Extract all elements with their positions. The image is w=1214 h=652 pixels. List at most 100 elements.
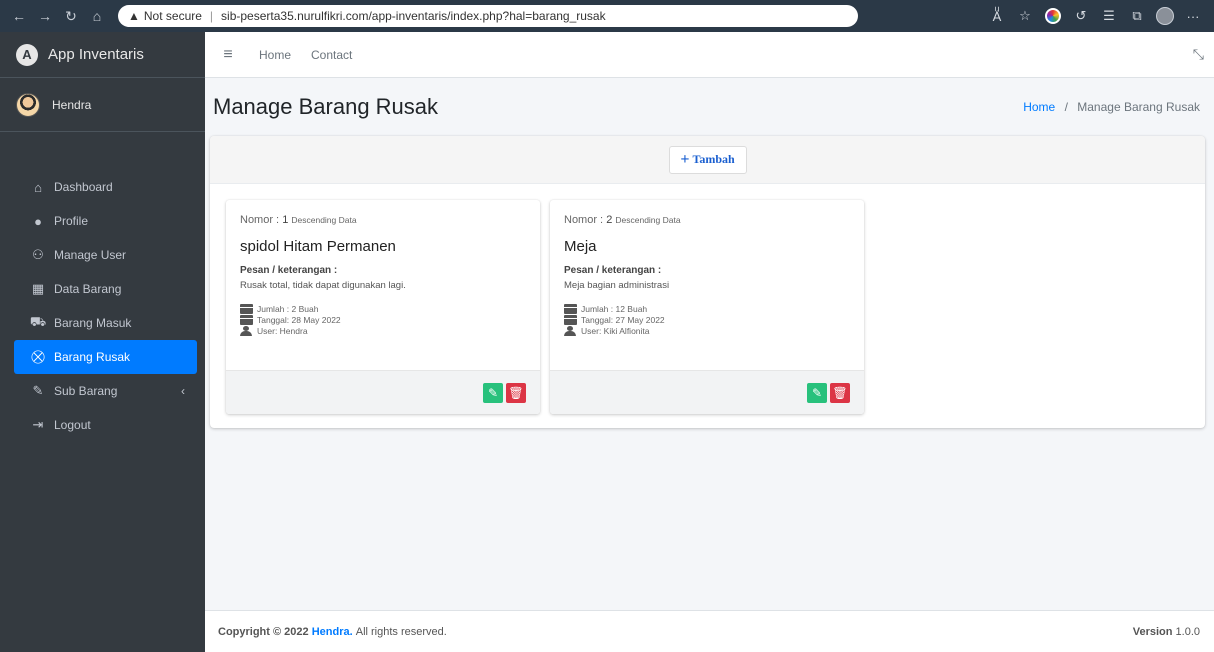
sidebar-item-data-barang[interactable]: ▦ Data Barang: [8, 272, 197, 306]
sidebar-item-logout[interactable]: ⇥ Logout: [8, 408, 197, 442]
rights-text: All rights reserved.: [355, 625, 447, 638]
card-meta: Jumlah : 2 Buah Tanggal: 28 May 2022 Use…: [240, 303, 526, 336]
collections-icon[interactable]: ⧉: [1124, 4, 1150, 28]
boxes-icon: ▦: [31, 281, 45, 296]
breadcrumb-separator: /: [1064, 100, 1068, 114]
nomor-label: Nomor :: [240, 214, 280, 226]
back-icon[interactable]: ←: [6, 3, 32, 29]
sidebar-item-label: Logout: [54, 418, 91, 432]
favorite-icon[interactable]: ☆: [1012, 4, 1038, 28]
nav-link-contact[interactable]: Contact: [311, 48, 352, 62]
refresh-extension-icon[interactable]: ↺: [1068, 4, 1094, 28]
sidebar-item-label: Sub Barang: [54, 384, 118, 398]
reload-icon[interactable]: ↻: [58, 3, 84, 29]
edit-button[interactable]: ✎: [483, 382, 503, 403]
edit-icon: ✎: [32, 383, 44, 398]
user-panel[interactable]: Hendra: [0, 78, 205, 132]
calendar-icon: [564, 314, 577, 325]
sidebar-item-label: Barang Rusak: [54, 350, 131, 364]
user-text: User: Kiki Alfionita: [581, 325, 650, 336]
page-title: Manage Barang Rusak: [213, 94, 439, 119]
fullscreen-icon[interactable]: ⤡: [1193, 46, 1204, 63]
sidebar-item-dashboard[interactable]: ⌂ Dashboard: [8, 170, 197, 204]
dolly-icon: ⛟: [29, 314, 47, 329]
card-title: Meja: [564, 238, 597, 255]
edit-button[interactable]: ✎: [807, 382, 827, 403]
descending-label: Descending Data: [615, 215, 681, 225]
address-bar[interactable]: ▲ Not secure | sib-peserta35.nurulfikri.…: [118, 5, 858, 27]
forward-icon[interactable]: →: [32, 3, 58, 29]
trash-icon: 🗑: [508, 385, 524, 400]
calendar-icon: [564, 303, 577, 314]
page-footer: Copyright © 2022 Hendra. All rights rese…: [205, 610, 1214, 652]
tanggal-text: Tanggal: 27 May 2022: [581, 314, 665, 325]
sidebar-item-sub-barang[interactable]: ✎ Sub Barang ‹: [8, 374, 197, 408]
calendar-icon: [240, 314, 253, 325]
edit-icon: ✎: [811, 385, 823, 400]
item-card: Nomor : 1 Descending Data spidol Hitam P…: [226, 200, 540, 414]
nomor-label: Nomor :: [564, 214, 604, 226]
card-number: Nomor : 1 Descending Data: [240, 214, 526, 226]
address-separator: |: [209, 9, 214, 23]
nav-link-home[interactable]: Home: [259, 48, 291, 62]
pesan-text: Rusak total, tidak dapat digunakan lagi.: [240, 280, 406, 291]
top-navbar: ≡ Home Contact ⤡: [205, 32, 1214, 78]
sidebar-item-manage-user[interactable]: ⚇ Manage User: [8, 238, 197, 272]
sidebar-item-label: Barang Masuk: [54, 316, 132, 330]
delete-button[interactable]: 🗑: [506, 382, 526, 403]
url-text: sib-peserta35.nurulfikri.com/app-inventa…: [221, 9, 606, 23]
user-icon: ●: [34, 213, 42, 229]
browser-toolbar: ← → ↻ ⌂ ▲ Not secure | sib-peserta35.nur…: [0, 0, 1214, 32]
read-aloud-icon[interactable]: Aͧ: [984, 4, 1010, 28]
card-meta: Jumlah : 12 Buah Tanggal: 27 May 2022 Us…: [564, 303, 850, 336]
sign-out-icon: ⇥: [32, 417, 44, 432]
hamburger-icon[interactable]: ≡: [211, 46, 245, 64]
jumlah-text: Jumlah : 12 Buah: [581, 303, 648, 314]
breadcrumb-current: Manage Barang Rusak: [1077, 100, 1200, 114]
delete-button[interactable]: 🗑: [830, 382, 850, 403]
sidebar-item-barang-rusak[interactable]: ⛒ Barang Rusak: [14, 340, 197, 374]
broken-box-icon: ⛒: [31, 349, 45, 364]
card-title: spidol Hitam Permanen: [240, 238, 396, 255]
user-text: User: Hendra: [257, 325, 308, 336]
pesan-label: Pesan / keterangan :: [240, 265, 338, 276]
sidebar-item-label: Data Barang: [54, 282, 122, 296]
card-number: Nomor : 2 Descending Data: [564, 214, 850, 226]
card-footer: ✎ 🗑: [550, 370, 864, 414]
copyright-text: Copyright © 2022: [218, 625, 309, 638]
users-icon: ⚇: [32, 247, 44, 262]
tanggal-text: Tanggal: 28 May 2022: [257, 314, 341, 325]
user-icon: [240, 325, 253, 336]
add-button[interactable]: + Tambah: [668, 145, 747, 174]
pesan-text: Meja bagian administrasi: [564, 280, 670, 291]
card-footer: ✎ 🗑: [226, 370, 540, 414]
brand-text: App Inventaris: [48, 46, 144, 63]
content-header: Manage Barang Rusak Home / Manage Barang…: [205, 78, 1214, 136]
version-label: Version: [1132, 625, 1173, 638]
version-number: 1.0.0: [1175, 625, 1200, 638]
security-warning: Not secure: [143, 9, 202, 23]
more-icon[interactable]: ···: [1180, 4, 1206, 28]
sidebar-item-label: Dashboard: [54, 180, 113, 194]
favorites-list-icon[interactable]: ☰: [1096, 4, 1122, 28]
brand-link[interactable]: A App Inventaris: [0, 32, 205, 78]
breadcrumb-home-link[interactable]: Home: [1023, 100, 1055, 114]
jumlah-text: Jumlah : 2 Buah: [257, 303, 319, 314]
user-icon: [564, 325, 577, 336]
home-browser-icon[interactable]: ⌂: [84, 3, 110, 29]
user-avatar: [16, 92, 40, 117]
plus-icon: +: [680, 150, 690, 168]
profile-avatar-icon[interactable]: [1152, 4, 1178, 28]
descending-label: Descending Data: [291, 215, 357, 225]
nomor-value: 1: [282, 214, 289, 226]
user-name: Hendra: [52, 97, 92, 112]
sidebar-item-label: Profile: [54, 214, 89, 228]
chevron-left-icon: ‹: [181, 384, 185, 398]
sidebar-item-barang-masuk[interactable]: ⛟ Barang Masuk: [8, 306, 197, 340]
extension-icon[interactable]: [1040, 4, 1066, 28]
sidebar-menu: ⌂ Dashboard ● Profile ⚇ Manage User ▦ Da…: [0, 132, 205, 442]
sidebar-item-profile[interactable]: ● Profile: [8, 204, 197, 238]
version-info: Version 1.0.0: [1133, 626, 1200, 638]
sidebar: A App Inventaris Hendra ⌂ Dashboard ● Pr…: [0, 32, 205, 652]
author-link[interactable]: Hendra.: [312, 626, 353, 638]
